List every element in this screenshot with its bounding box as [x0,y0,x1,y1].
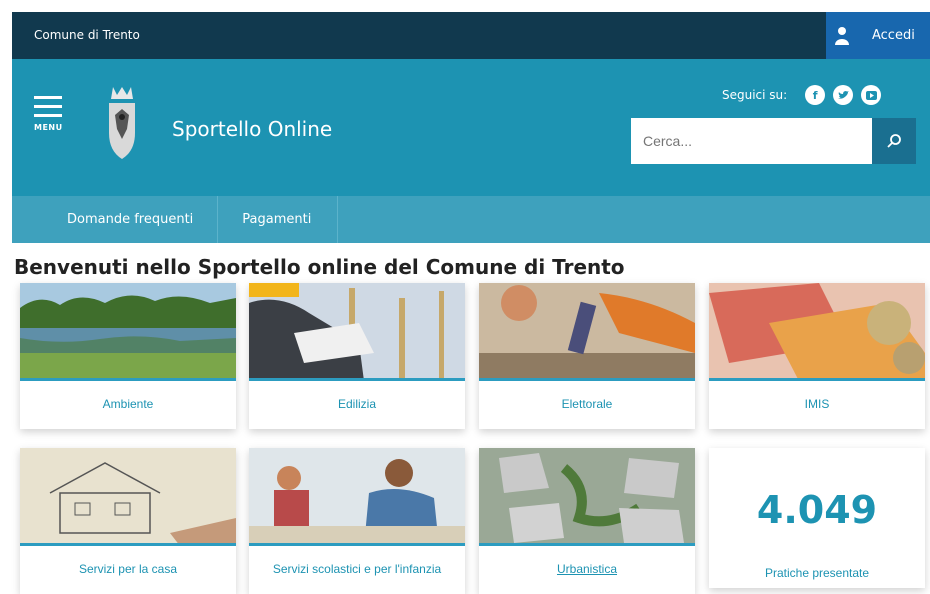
imis-image [709,283,925,381]
site-name[interactable]: Comune di Trento [34,28,140,42]
nav-item-payments[interactable]: Pagamenti [218,196,339,243]
menu-button[interactable]: MENU [34,96,62,132]
servizi-casa-image [20,448,236,546]
social-links: Seguici su: f [722,85,889,105]
card-ambiente[interactable]: Ambiente [20,283,236,429]
servizi-scolastici-image [249,448,465,546]
brand-title[interactable]: Sportello Online [172,117,332,141]
social-label: Seguici su: [722,88,788,102]
counter-label: Pratiche presentate [764,566,870,580]
search-button[interactable] [872,118,916,164]
card-label: IMIS [804,396,830,411]
card-imis[interactable]: IMIS [709,283,925,429]
hamburger-icon [34,96,62,99]
counter-value: 4.049 [756,488,878,532]
city-crest-logo[interactable] [105,85,139,161]
header: MENU Sportello Online Seguici su: f [12,59,930,196]
user-icon [826,12,858,59]
twitter-icon[interactable] [833,85,854,105]
page-title: Benvenuti nello Sportello online del Com… [14,255,625,279]
youtube-icon[interactable] [861,85,882,105]
nav-item-faq[interactable]: Domande frequenti [12,196,219,243]
search-input[interactable] [631,118,872,164]
ambiente-image [20,283,236,381]
login-label: Accedi [872,28,915,43]
facebook-icon[interactable]: f [805,85,826,105]
card-elettorale[interactable]: Elettorale [479,283,695,429]
elettorale-image [479,283,695,381]
card-servizi-scolastici[interactable]: Servizi scolastici e per l'infanzia [249,448,465,594]
card-label: Elettorale [561,396,613,411]
top-bar: Comune di Trento Accedi [12,12,930,59]
edilizia-image [249,283,465,381]
card-edilizia[interactable]: Edilizia [249,283,465,429]
menu-label: MENU [34,123,63,132]
counter-card: 4.049 Pratiche presentate [709,448,925,588]
card-urbanistica[interactable]: Urbanistica [479,448,695,594]
login-button[interactable]: Accedi [826,12,930,59]
main-nav: Domande frequenti Pagamenti [12,196,930,243]
search-icon [887,134,901,148]
card-label: Servizi scolastici e per l'infanzia [272,561,442,576]
card-label: Servizi per la casa [78,561,178,576]
card-label: Urbanistica [556,561,618,576]
card-label: Ambiente [102,396,154,411]
search-box [631,118,916,164]
card-label: Edilizia [337,396,376,411]
card-servizi-casa[interactable]: Servizi per la casa [20,448,236,594]
urbanistica-image [479,448,695,546]
